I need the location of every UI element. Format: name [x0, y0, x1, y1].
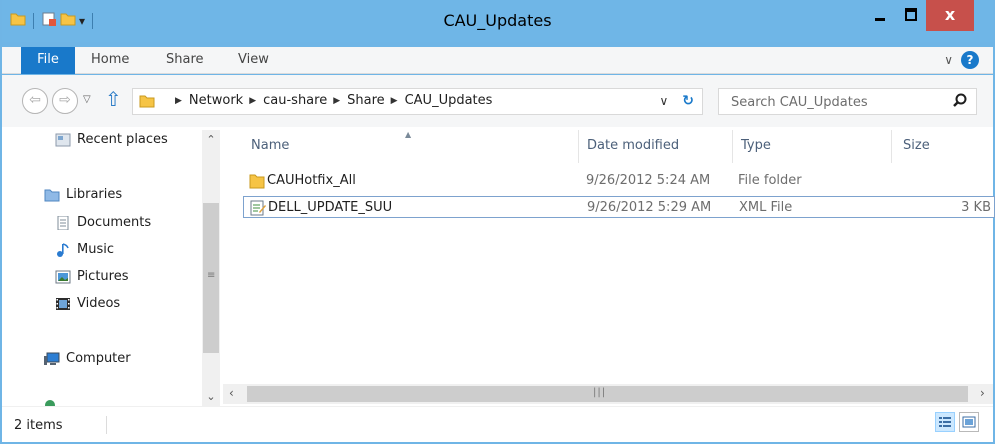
ribbon-controls: ∨ ? — [944, 51, 979, 69]
nav-item-videos[interactable]: Videos — [55, 296, 120, 311]
forward-arrow-icon: ⇨ — [59, 92, 71, 108]
scroll-down-icon[interactable]: ⌄ — [202, 390, 220, 403]
column-header-name[interactable]: Name — [251, 138, 289, 153]
computer-icon — [44, 352, 60, 366]
scroll-left-icon[interactable]: ‹ — [229, 386, 234, 400]
breadcrumb-network[interactable]: Network — [189, 93, 243, 108]
videos-icon — [55, 297, 71, 311]
file-date-modified: 9/26/2012 5:24 AM — [586, 173, 711, 188]
xml-file-icon — [250, 200, 266, 216]
scrollbar-grip-icon: ≡ — [207, 270, 216, 281]
breadcrumb-share[interactable]: Share — [347, 93, 385, 108]
column-headers: ▲ Name Date modified Type Size — [223, 127, 993, 163]
breadcrumb-cau-updates[interactable]: CAU_Updates — [405, 93, 493, 108]
tab-view[interactable]: View — [238, 52, 269, 67]
nav-item-computer[interactable]: Computer — [44, 351, 131, 366]
file-date-modified: 9/26/2012 5:29 AM — [587, 200, 712, 215]
close-icon: x — [944, 5, 956, 24]
scrollbar-grip-icon: ||| — [593, 387, 607, 398]
music-icon — [55, 242, 71, 257]
documents-icon — [55, 215, 71, 230]
scroll-right-icon[interactable]: › — [980, 386, 985, 400]
file-name: DELL_UPDATE_SUU — [268, 200, 393, 215]
status-divider — [106, 416, 107, 434]
breadcrumb-separator-icon[interactable]: ▶ — [333, 96, 340, 106]
breadcrumb-separator-icon[interactable]: ▶ — [249, 96, 256, 106]
title-bar[interactable]: ▾ CAU_Updates x — [2, 0, 993, 42]
details-view-icon — [939, 417, 951, 427]
file-type: XML File — [739, 200, 793, 215]
column-header-type[interactable]: Type — [741, 138, 771, 153]
address-dropdown-icon[interactable]: ∨ — [659, 94, 668, 108]
file-type: File folder — [738, 173, 802, 188]
navigation-list: Recent places Libraries Documents Music — [2, 127, 202, 406]
folder-icon — [249, 173, 265, 189]
breadcrumb: ▶ Network ▶ cau-share ▶ Share ▶ CAU_Upda… — [169, 93, 492, 108]
nav-item-music[interactable]: Music — [55, 242, 114, 257]
back-arrow-icon: ⇦ — [29, 92, 41, 108]
file-size: 3 KB — [961, 200, 991, 215]
back-button[interactable]: ⇦ — [22, 88, 48, 114]
file-name: CAUHotfix_All — [267, 173, 356, 188]
window-frame: ▾ CAU_Updates x File Home Share View ∨ ?… — [2, 0, 995, 442]
breadcrumb-cau-share[interactable]: cau-share — [263, 93, 327, 108]
search-box[interactable] — [718, 88, 977, 115]
address-bar[interactable]: ▶ Network ▶ cau-share ▶ Share ▶ CAU_Upda… — [132, 88, 703, 115]
file-list-pane: ▲ Name Date modified Type Size CAUHotfix… — [223, 127, 995, 406]
recent-places-icon — [55, 133, 71, 147]
minimize-button[interactable] — [867, 0, 893, 31]
large-icons-view-button[interactable] — [959, 412, 979, 432]
file-row[interactable]: CAUHotfix_All 9/26/2012 5:24 AM File fol… — [243, 170, 995, 192]
details-view-button[interactable] — [935, 412, 955, 432]
forward-button[interactable]: ⇨ — [52, 88, 78, 114]
tab-share[interactable]: Share — [166, 52, 204, 67]
horizontal-scrollbar[interactable]: ‹ ||| › — [223, 384, 993, 404]
navigation-pane: Recent places Libraries Documents Music — [2, 127, 223, 406]
column-header-date-modified[interactable]: Date modified — [587, 138, 679, 153]
address-controls: ∨ ↻ — [659, 93, 694, 109]
navigation-scrollbar[interactable]: ⌃ ≡ ⌄ — [202, 130, 220, 406]
breadcrumb-separator-icon[interactable]: ▶ — [391, 96, 398, 106]
folder-icon — [139, 93, 155, 113]
search-icon[interactable] — [952, 92, 968, 110]
search-input[interactable] — [731, 93, 931, 111]
column-header-size[interactable]: Size — [903, 138, 930, 153]
nav-item-libraries[interactable]: Libraries — [44, 187, 122, 202]
window-title: CAU_Updates — [443, 11, 552, 30]
libraries-icon — [44, 188, 60, 202]
tab-home[interactable]: Home — [91, 52, 129, 67]
maximize-button[interactable] — [897, 0, 924, 31]
refresh-icon[interactable]: ↻ — [682, 93, 694, 109]
address-row: ⇦ ⇨ ▽ ⇧ ▶ Network ▶ cau-share ▶ Share ▶ … — [2, 75, 993, 127]
nav-item-recent-places[interactable]: Recent places — [55, 132, 168, 147]
nav-item-pictures[interactable]: Pictures — [55, 269, 128, 284]
column-divider[interactable] — [891, 130, 892, 163]
item-count: 2 items — [14, 418, 63, 433]
expand-ribbon-icon[interactable]: ∨ — [944, 53, 953, 67]
large-icons-view-icon — [962, 416, 976, 428]
recent-locations-dropdown-icon[interactable]: ▽ — [83, 94, 91, 105]
column-divider[interactable] — [732, 130, 733, 163]
file-row-selected[interactable]: DELL_UPDATE_SUU 9/26/2012 5:29 AM XML Fi… — [243, 196, 995, 218]
column-divider[interactable] — [578, 130, 579, 163]
explorer-window: ▾ CAU_Updates x File Home Share View ∨ ?… — [0, 0, 995, 444]
up-one-level-icon[interactable]: ⇧ — [105, 89, 122, 109]
pictures-icon — [55, 270, 71, 284]
network-icon — [44, 399, 60, 406]
sort-ascending-icon: ▲ — [405, 130, 412, 139]
ribbon-tabs: File Home Share View ∨ ? — [2, 47, 993, 74]
status-bar: 2 items — [2, 406, 993, 442]
nav-item-documents[interactable]: Documents — [55, 215, 151, 230]
close-button[interactable]: x — [926, 0, 974, 31]
help-icon[interactable]: ? — [961, 51, 979, 69]
scrollbar-thumb[interactable] — [247, 386, 968, 402]
scroll-up-icon[interactable]: ⌃ — [202, 133, 220, 146]
breadcrumb-separator-icon: ▶ — [175, 95, 182, 106]
tab-file[interactable]: File — [21, 47, 75, 74]
